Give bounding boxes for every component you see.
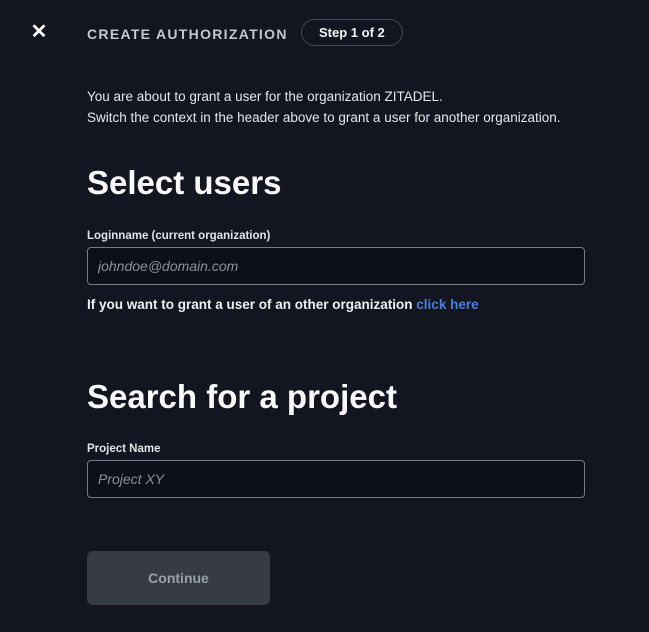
dialog-header: ✕ CREATE AUTHORIZATION Step 1 of 2 bbox=[0, 0, 649, 46]
step-badge: Step 1 of 2 bbox=[301, 19, 403, 46]
project-search-heading: Search for a project bbox=[87, 378, 397, 415]
intro-text: You are about to grant a user for the or… bbox=[87, 86, 585, 128]
other-org-hint: If you want to grant a user of an other … bbox=[87, 297, 585, 313]
project-name-label: Project Name bbox=[87, 443, 161, 455]
create-authorization-dialog: { "header": { "close_glyph": "✕", "title… bbox=[0, 0, 649, 632]
select-users-heading: Select users bbox=[87, 164, 282, 201]
dialog-body: You are about to grant a user for the or… bbox=[87, 46, 585, 605]
click-here-link[interactable]: click here bbox=[416, 297, 478, 312]
project-name-input[interactable] bbox=[87, 460, 585, 498]
other-org-hint-text: If you want to grant a user of an other … bbox=[87, 297, 413, 312]
loginname-input[interactable] bbox=[87, 247, 585, 285]
loginname-label: Loginname (current organization) bbox=[87, 230, 271, 242]
continue-button[interactable]: Continue bbox=[87, 551, 270, 605]
dialog-title: CREATE AUTHORIZATION bbox=[87, 26, 288, 42]
intro-line-2: Switch the context in the header above t… bbox=[87, 110, 561, 125]
intro-line-1: You are about to grant a user for the or… bbox=[87, 89, 443, 104]
close-icon[interactable]: ✕ bbox=[28, 21, 50, 43]
